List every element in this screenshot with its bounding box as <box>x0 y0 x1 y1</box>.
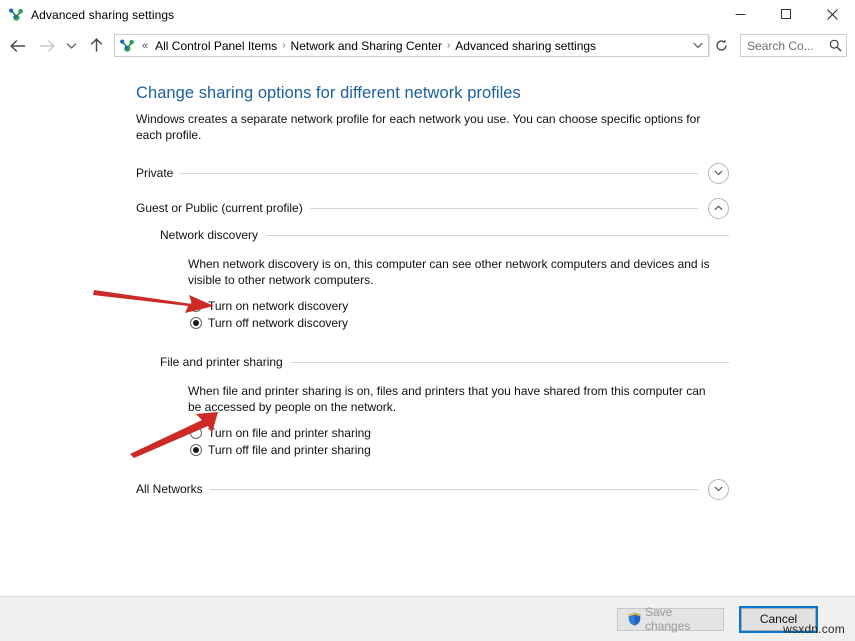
network-sharing-icon <box>8 7 24 23</box>
subsection-network-discovery: Network discovery When network discovery… <box>136 222 729 331</box>
recent-locations-chevron-down-icon[interactable] <box>60 32 82 60</box>
forward-arrow-icon <box>32 32 60 60</box>
breadcrumb-overflow[interactable]: « <box>139 40 151 52</box>
up-arrow-icon[interactable] <box>82 32 110 60</box>
subsection-description-file-and-printer-sharing: When file and printer sharing is on, fil… <box>188 384 706 414</box>
address-chevron-down-icon[interactable] <box>688 35 708 56</box>
profile-label-private: Private <box>136 166 174 180</box>
profile-label-all-networks: All Networks <box>136 482 203 496</box>
maximize-button[interactable] <box>763 0 809 29</box>
window-controls <box>717 0 855 29</box>
radio-label: Turn on file and printer sharing <box>208 425 371 440</box>
title-bar: Advanced sharing settings <box>0 0 855 29</box>
watermark: wsxdn.com <box>783 622 845 636</box>
save-changes-label: Save changes <box>645 605 691 633</box>
divider <box>309 207 698 209</box>
profile-label-guest-or-public: Guest or Public (current profile) <box>136 201 303 215</box>
radio-button-checked-icon[interactable] <box>190 316 202 329</box>
navigation-bar: « All Control Panel Items › Network and … <box>0 29 855 62</box>
window-title: Advanced sharing settings <box>31 7 175 22</box>
page-description: Windows creates a separate network profi… <box>136 112 701 142</box>
address-network-sharing-icon <box>119 38 135 54</box>
radio-turn-off-network-discovery[interactable]: Turn off network discovery <box>190 314 729 331</box>
divider <box>290 361 729 363</box>
minimize-button[interactable] <box>717 0 763 29</box>
divider <box>266 234 729 236</box>
breadcrumb-item-advanced-sharing-settings[interactable]: Advanced sharing settings <box>451 38 600 54</box>
breadcrumb: « All Control Panel Items › Network and … <box>139 38 688 54</box>
divider <box>180 172 698 174</box>
subsection-file-and-printer-sharing: File and printer sharing When file and p… <box>136 349 729 458</box>
profile-section-all-networks[interactable]: All Networks <box>136 475 729 503</box>
footer-bar: Save changes Cancel wsxdn.com <box>0 596 855 641</box>
radio-button-checked-icon[interactable] <box>190 443 202 456</box>
content-area: Change sharing options for different net… <box>0 62 855 596</box>
radio-turn-off-file-and-printer-sharing[interactable]: Turn off file and printer sharing <box>190 441 729 458</box>
subsection-title-network-discovery: Network discovery <box>160 228 259 242</box>
page-title: Change sharing options for different net… <box>136 84 521 102</box>
subsection-title-file-and-printer-sharing: File and printer sharing <box>160 355 283 369</box>
profile-section-guest-or-public[interactable]: Guest or Public (current profile) <box>136 194 729 222</box>
close-button[interactable] <box>809 0 855 29</box>
radio-turn-on-network-discovery[interactable]: Turn on network discovery <box>190 297 729 314</box>
radio-label: Turn off network discovery <box>208 315 349 330</box>
uac-shield-icon <box>628 612 641 626</box>
advanced-sharing-settings-window: Advanced sharing settings « All Control … <box>0 0 855 641</box>
chevron-down-icon[interactable] <box>708 162 729 184</box>
radio-button-unchecked-icon[interactable] <box>190 426 202 439</box>
search-icon[interactable] <box>824 39 846 52</box>
radio-button-unchecked-icon[interactable] <box>190 299 202 312</box>
search-box[interactable]: Search Co... <box>740 34 847 57</box>
chevron-up-icon[interactable] <box>708 197 729 219</box>
save-changes-button: Save changes <box>617 605 724 633</box>
subsection-description-network-discovery: When network discovery is on, this compu… <box>188 257 710 287</box>
back-arrow-icon[interactable] <box>4 32 32 60</box>
search-input[interactable]: Search Co... <box>741 39 824 53</box>
refresh-icon[interactable] <box>709 35 732 56</box>
profile-section-private[interactable]: Private <box>136 159 729 187</box>
radio-label: Turn off file and printer sharing <box>208 442 371 457</box>
divider <box>209 488 698 490</box>
breadcrumb-item-network-and-sharing-center[interactable]: Network and Sharing Center <box>287 38 446 54</box>
address-bar[interactable]: « All Control Panel Items › Network and … <box>114 34 709 57</box>
radio-label: Turn on network discovery <box>208 298 349 313</box>
chevron-down-icon[interactable] <box>708 478 729 500</box>
breadcrumb-item-all-control-panel-items[interactable]: All Control Panel Items <box>151 38 281 54</box>
radio-turn-on-file-and-printer-sharing[interactable]: Turn on file and printer sharing <box>190 424 729 441</box>
